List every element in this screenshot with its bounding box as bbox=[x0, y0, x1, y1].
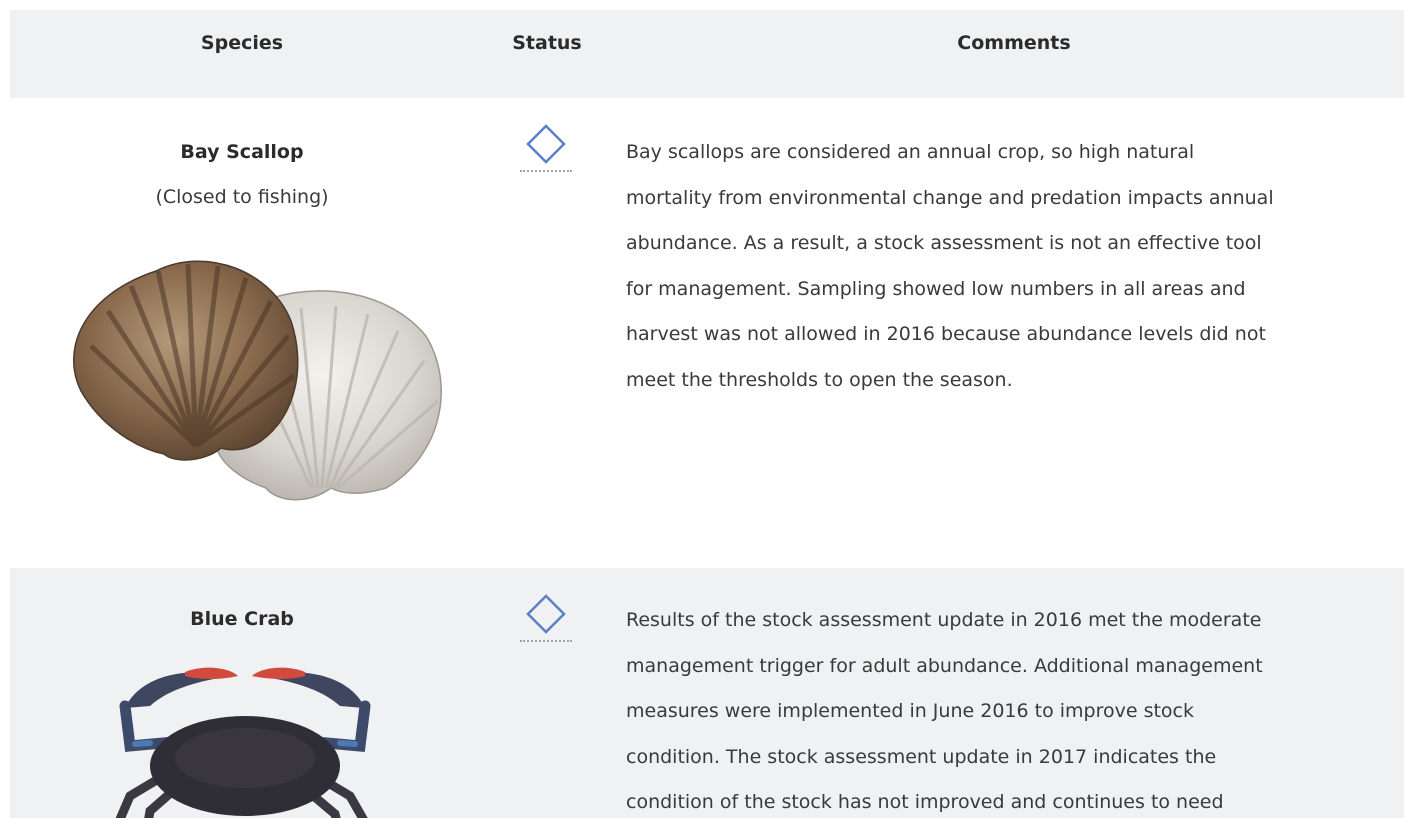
header-species: Species bbox=[200, 32, 284, 54]
table-header: Species Status Comments bbox=[10, 10, 1404, 98]
comment-text: Bay scallops are considered an annual cr… bbox=[626, 141, 1274, 391]
blue-crab-image bbox=[115, 667, 371, 818]
status-underline bbox=[520, 640, 572, 642]
species-name: Bay Scallop bbox=[180, 141, 304, 163]
species-status-table: Species Status Comments Bay Scallop (Clo… bbox=[10, 10, 1404, 818]
comment-text: Results of the stock assessment update i… bbox=[626, 609, 1263, 813]
diamond-outline-icon bbox=[526, 124, 566, 164]
table-row: Blue Crab Results of the stock assessmen… bbox=[10, 568, 1404, 818]
status-underline bbox=[520, 170, 572, 172]
table-row: Bay Scallop (Closed to fishing) Bay scal… bbox=[10, 98, 1404, 568]
bay-scallop-image bbox=[73, 260, 442, 501]
diamond-outline-icon bbox=[526, 594, 566, 634]
header-comments: Comments bbox=[957, 32, 1071, 54]
header-status: Status bbox=[512, 32, 582, 54]
species-name: Blue Crab bbox=[190, 608, 294, 630]
status-cell bbox=[516, 122, 576, 182]
species-note: (Closed to fishing) bbox=[155, 186, 329, 208]
status-cell bbox=[516, 592, 576, 652]
